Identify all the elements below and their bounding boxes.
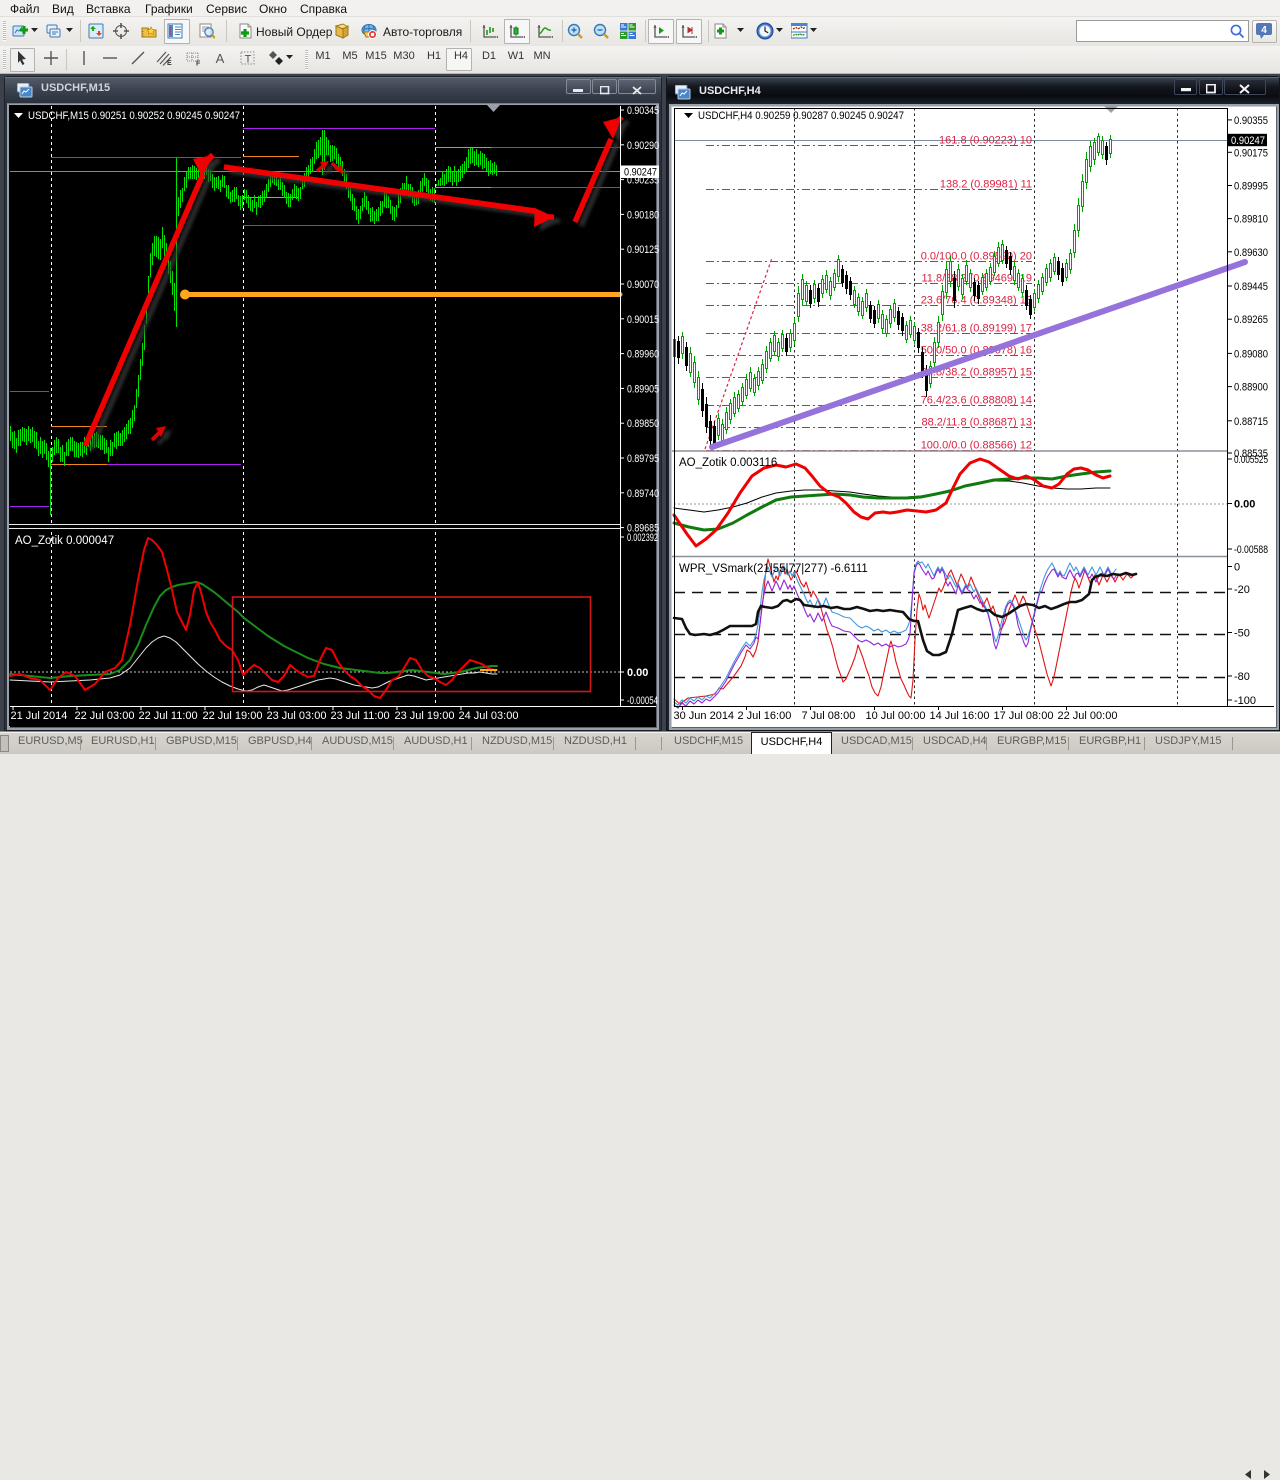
svg-text:23.6/76.4 (0.89348) 18: 23.6/76.4 (0.89348) 18 bbox=[921, 295, 1032, 307]
svg-text:0: 0 bbox=[1234, 562, 1240, 574]
svg-text:0.89445: 0.89445 bbox=[1234, 281, 1268, 293]
svg-text:76.4/23.6 (0.88808) 14: 76.4/23.6 (0.88808) 14 bbox=[921, 395, 1032, 407]
svg-text:22 Jul 00:00: 22 Jul 00:00 bbox=[1058, 710, 1118, 722]
svg-text:0.90015: 0.90015 bbox=[627, 314, 659, 326]
svg-text:0.90355: 0.90355 bbox=[1234, 115, 1268, 127]
svg-text:23 Jul 11:00: 23 Jul 11:00 bbox=[331, 710, 390, 722]
svg-text:0.90290: 0.90290 bbox=[627, 140, 659, 152]
svg-text:138.2 (0.89981) 11: 138.2 (0.89981) 11 bbox=[940, 179, 1032, 191]
svg-text:0.00: 0.00 bbox=[627, 667, 648, 679]
svg-text:0.89795: 0.89795 bbox=[627, 453, 659, 465]
svg-text:-80: -80 bbox=[1234, 671, 1250, 683]
svg-text:0.90180: 0.90180 bbox=[627, 209, 659, 221]
svg-text:-100: -100 bbox=[1234, 695, 1256, 707]
svg-text:0.90247: 0.90247 bbox=[1231, 135, 1265, 147]
svg-text:22 Jul 03:00: 22 Jul 03:00 bbox=[75, 710, 135, 722]
svg-text:7 Jul 08:00: 7 Jul 08:00 bbox=[802, 710, 856, 722]
svg-text:0.0/100.0 (0.89590) 20: 0.0/100.0 (0.89590) 20 bbox=[921, 251, 1032, 263]
svg-text:0.89850: 0.89850 bbox=[627, 418, 659, 430]
svg-text:WPR_VSmark(21|55|77|277) -6.61: WPR_VSmark(21|55|77|277) -6.6111 bbox=[679, 563, 868, 575]
svg-text:0.00: 0.00 bbox=[1234, 499, 1255, 511]
svg-text:USDCHF,H4 0.90259 0.90287 0.9: USDCHF,H4 0.90259 0.90287 0.90245 0.9024… bbox=[698, 110, 904, 122]
svg-text:17 Jul 08:00: 17 Jul 08:00 bbox=[994, 710, 1054, 722]
svg-text:30 Jun 2014: 30 Jun 2014 bbox=[674, 710, 735, 722]
svg-text:0.90345: 0.90345 bbox=[627, 105, 659, 117]
svg-text:-0.00054: -0.00054 bbox=[627, 695, 658, 707]
svg-text:AO_Zotik 0.003116: AO_Zotik 0.003116 bbox=[679, 457, 777, 469]
svg-text:0.88715: 0.88715 bbox=[1234, 416, 1268, 428]
svg-text:0.89740: 0.89740 bbox=[627, 488, 659, 500]
svg-text:0.88900: 0.88900 bbox=[1234, 382, 1268, 394]
svg-text:-20: -20 bbox=[1234, 584, 1250, 596]
svg-text:0.90125: 0.90125 bbox=[627, 244, 659, 256]
svg-text:0.90247: 0.90247 bbox=[624, 167, 657, 179]
svg-text:0.89265: 0.89265 bbox=[1234, 314, 1268, 326]
svg-text:0.90175: 0.90175 bbox=[1234, 147, 1268, 159]
svg-text:23 Jul 19:00: 23 Jul 19:00 bbox=[395, 710, 455, 722]
svg-text:0.89810: 0.89810 bbox=[1234, 214, 1268, 226]
svg-text:-50: -50 bbox=[1234, 628, 1250, 640]
svg-text:10 Jul 00:00: 10 Jul 00:00 bbox=[866, 710, 926, 722]
svg-text:22 Jul 11:00: 22 Jul 11:00 bbox=[139, 710, 198, 722]
svg-text:100.0/0.0 (0.88566) 12: 100.0/0.0 (0.88566) 12 bbox=[921, 440, 1032, 452]
svg-text:0.002392: 0.002392 bbox=[627, 532, 658, 544]
svg-text:23 Jul 03:00: 23 Jul 03:00 bbox=[267, 710, 327, 722]
svg-text:2 Jul 16:00: 2 Jul 16:00 bbox=[738, 710, 792, 722]
svg-text:22 Jul 19:00: 22 Jul 19:00 bbox=[203, 710, 263, 722]
svg-text:0.005525: 0.005525 bbox=[1234, 454, 1268, 466]
svg-text:0.89995: 0.89995 bbox=[1234, 181, 1268, 193]
svg-text:0.89630: 0.89630 bbox=[1234, 247, 1268, 259]
svg-text:161.8 (0.90223) 10: 161.8 (0.90223) 10 bbox=[939, 135, 1032, 147]
svg-text:14 Jul 16:00: 14 Jul 16:00 bbox=[930, 710, 990, 722]
svg-text:0.89960: 0.89960 bbox=[627, 349, 659, 361]
svg-text:21 Jul 2014: 21 Jul 2014 bbox=[11, 710, 68, 722]
svg-text:USDCHF,M15 0.90251 0.90252 0.: USDCHF,M15 0.90251 0.90252 0.90245 0.902… bbox=[28, 110, 240, 122]
svg-text:24 Jul 03:00: 24 Jul 03:00 bbox=[459, 710, 519, 722]
svg-text:0.89905: 0.89905 bbox=[627, 383, 659, 395]
svg-text:AO_Zotik 0.000047: AO_Zotik 0.000047 bbox=[15, 535, 114, 547]
svg-text:-0.00588: -0.00588 bbox=[1234, 544, 1268, 556]
svg-text:0.89080: 0.89080 bbox=[1234, 348, 1268, 360]
svg-text:88.2/11.8 (0.88687) 13: 88.2/11.8 (0.88687) 13 bbox=[922, 417, 1033, 429]
svg-text:0.90070: 0.90070 bbox=[627, 279, 659, 291]
